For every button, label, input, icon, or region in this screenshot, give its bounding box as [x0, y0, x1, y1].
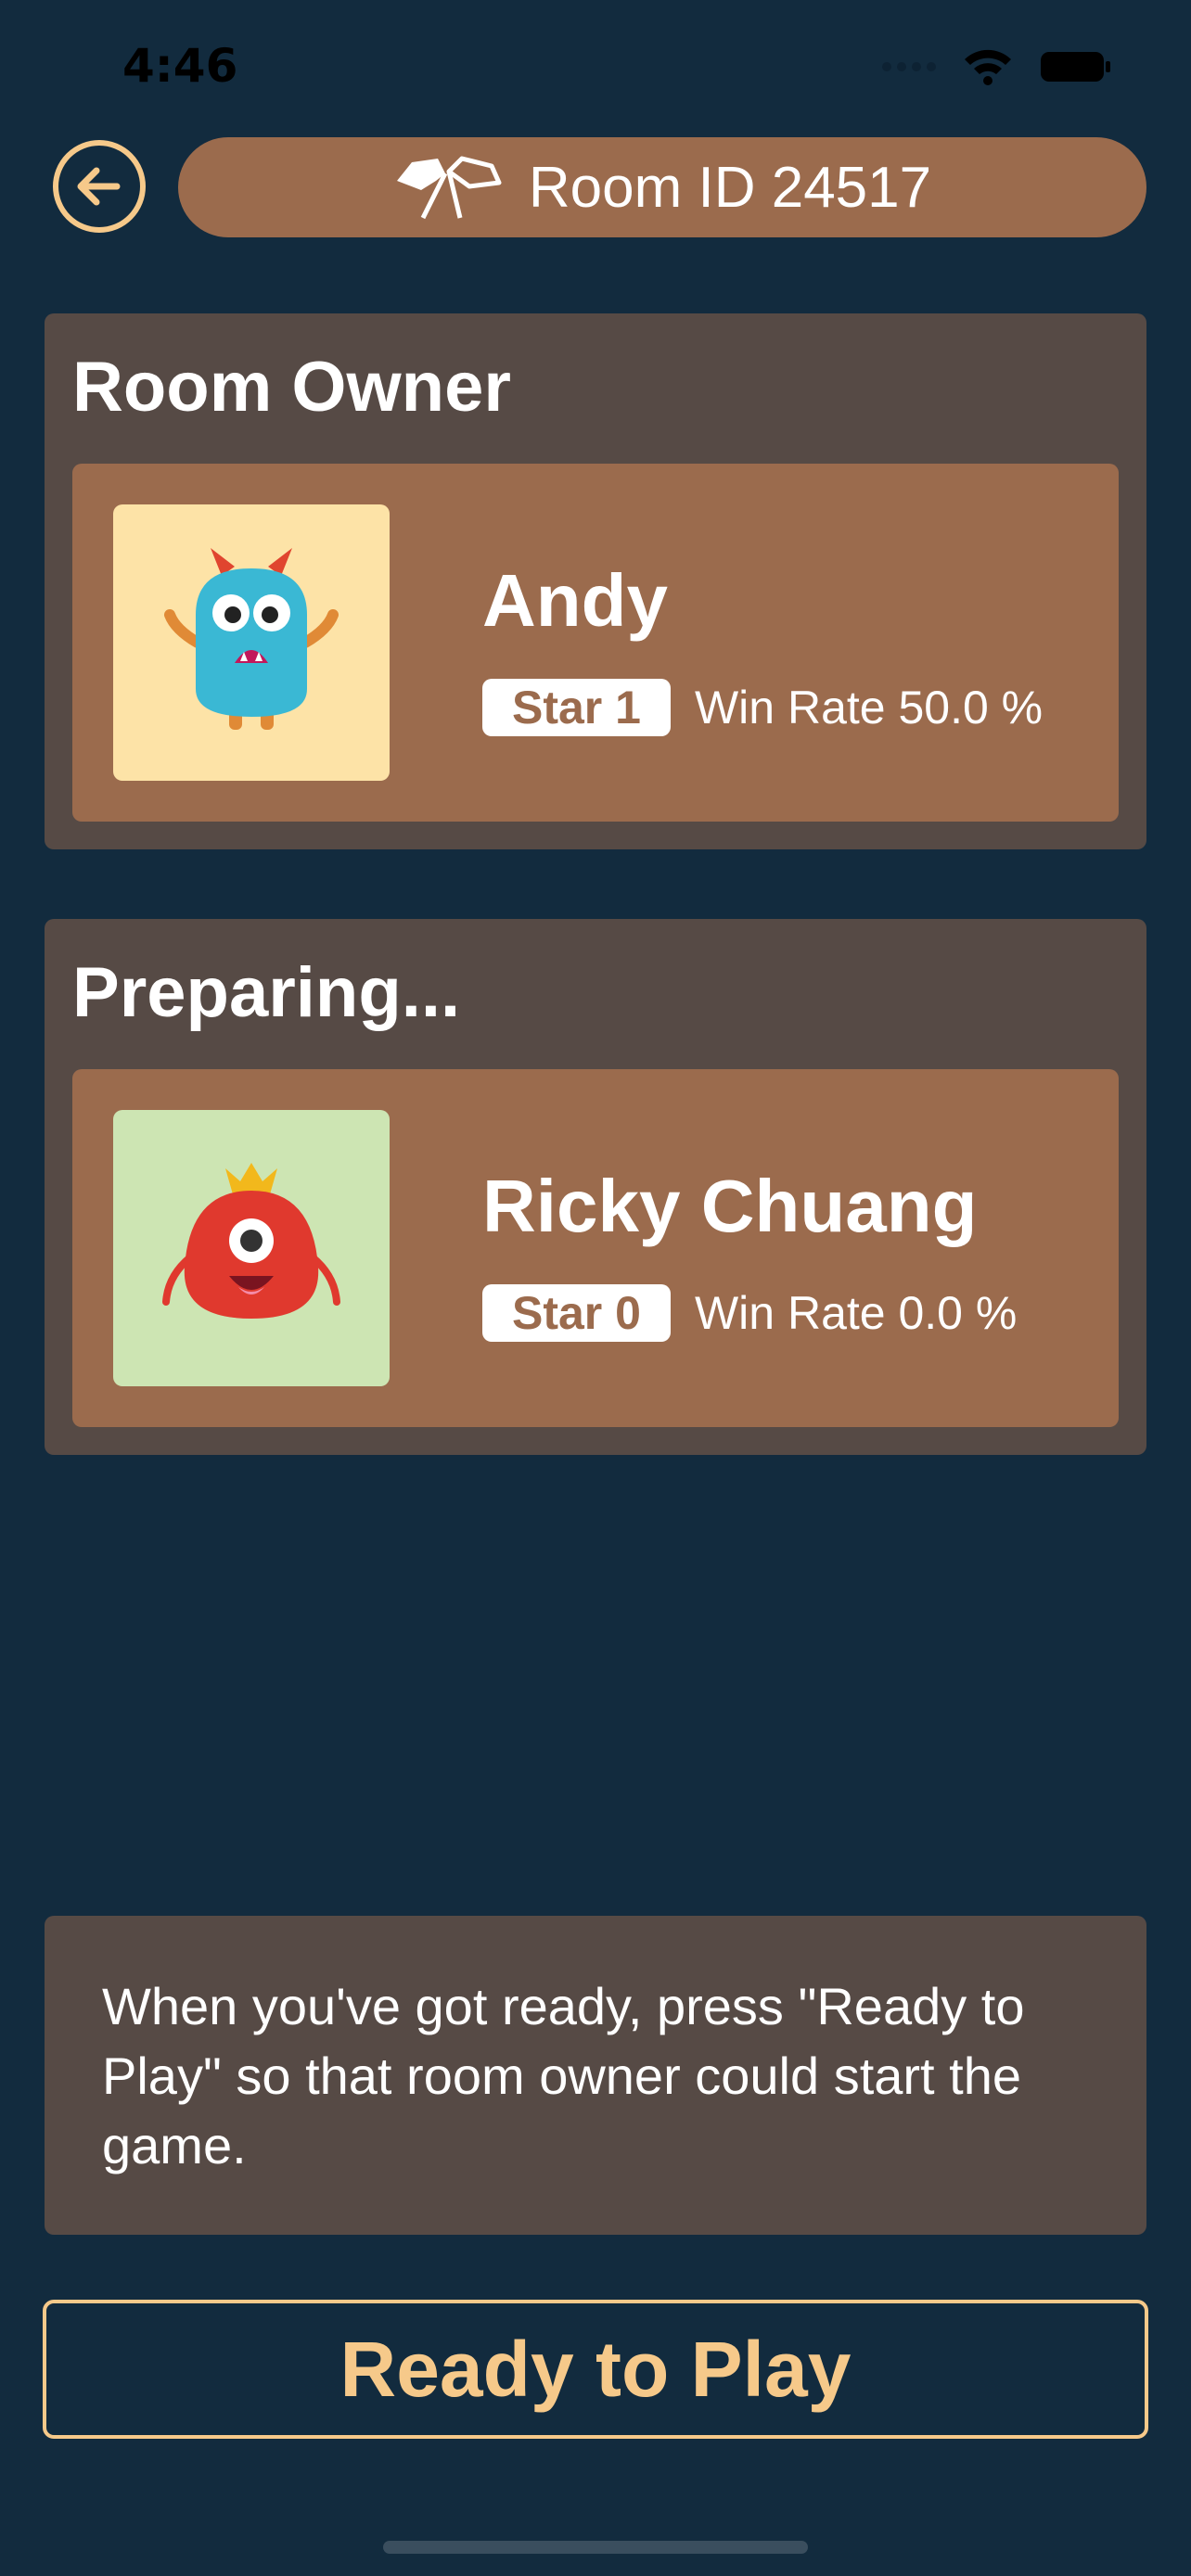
- room-owner-title: Room Owner: [72, 348, 511, 427]
- racing-flags-icon: [396, 156, 502, 220]
- status-icons: [881, 48, 1113, 85]
- status-bar: 4:46: [0, 0, 1191, 139]
- wifi-icon: [965, 49, 1011, 85]
- instructions-text: When you've got ready, press "Ready to P…: [102, 1977, 1025, 2174]
- star-badge: Star 1: [482, 679, 671, 736]
- instructions-box: When you've got ready, press "Ready to P…: [45, 1916, 1146, 2235]
- status-time: 4:46: [122, 39, 238, 93]
- room-id-banner: Room ID 24517: [178, 137, 1146, 237]
- red-monster-avatar-icon: [162, 1163, 340, 1319]
- room-id-label: Room ID 24517: [528, 155, 932, 220]
- ready-to-play-label: Ready to Play: [339, 2325, 852, 2413]
- room-owner-card: Room Owner Andy Star 1 Win Rate 50.0 %: [45, 313, 1146, 849]
- home-indicator: [383, 2541, 808, 2554]
- owner-player-row: Andy Star 1 Win Rate 50.0 %: [72, 464, 1119, 822]
- star-badge: Star 0: [482, 1284, 671, 1342]
- player-stats: Star 0 Win Rate 0.0 %: [482, 1284, 1017, 1342]
- arrow-left-circle-icon: [53, 140, 146, 233]
- win-rate: Win Rate 50.0 %: [694, 682, 1044, 733]
- preparing-card: Preparing... Ricky Chuang Star 0 Win Rat…: [45, 919, 1146, 1455]
- back-button[interactable]: [52, 139, 191, 278]
- avatar: [113, 504, 390, 781]
- cellular-signal-icon: [882, 62, 936, 71]
- blue-monster-avatar-icon: [164, 548, 339, 730]
- player-name: Ricky Chuang: [482, 1165, 978, 1247]
- win-rate: Win Rate 0.0 %: [694, 1287, 1018, 1339]
- guest-player-row: Ricky Chuang Star 0 Win Rate 0.0 %: [72, 1069, 1119, 1427]
- preparing-title: Preparing...: [72, 953, 461, 1032]
- ready-to-play-button[interactable]: Ready to Play: [43, 2300, 1148, 2439]
- player-name: Andy: [482, 559, 668, 642]
- battery-icon: [1041, 52, 1110, 82]
- player-stats: Star 1 Win Rate 50.0 %: [482, 679, 1043, 736]
- avatar: [113, 1110, 390, 1386]
